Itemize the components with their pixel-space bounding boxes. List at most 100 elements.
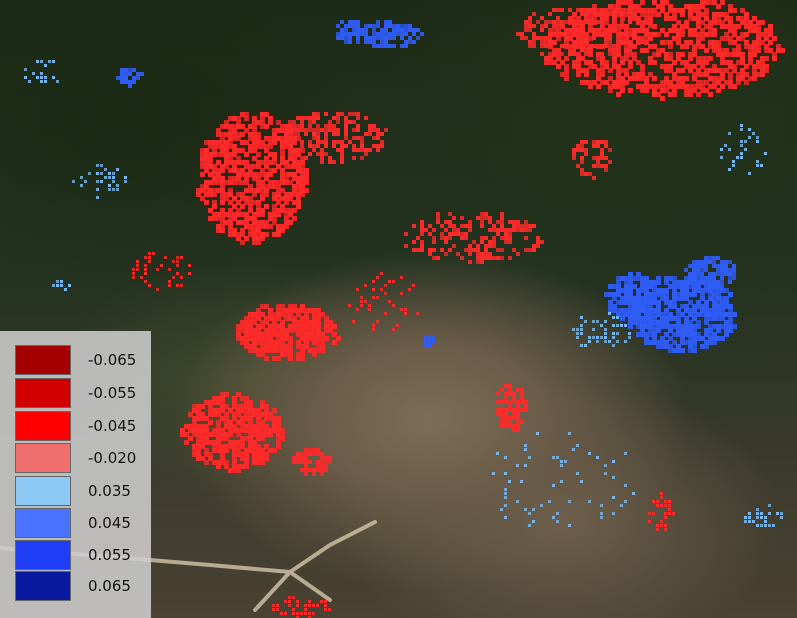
change-pixel [368,308,371,311]
change-pixel [348,36,352,40]
change-pixel [720,148,723,151]
change-pixel [600,32,604,36]
change-pixel [728,272,732,276]
change-pixel [272,140,277,145]
change-pixel [560,32,564,36]
change-pixel [352,24,356,28]
change-pixel [316,132,320,136]
change-pixel [108,172,111,175]
change-pixel [708,280,712,284]
change-pixel [664,516,667,519]
change-pixel [516,32,520,36]
change-pixel [584,320,587,323]
change-pixel [532,44,536,48]
change-pixel [752,72,757,77]
change-pixel [392,44,396,48]
change-pixel [500,388,504,392]
change-pixel [368,304,371,307]
change-pixel [624,484,627,487]
change-pixel [452,216,456,220]
change-pixel [528,228,532,232]
change-pixel [452,224,456,228]
change-pixel [296,116,300,120]
change-pixel [312,612,315,615]
change-pixel [660,504,663,507]
change-pixel [484,252,488,256]
change-pixel [368,24,372,28]
change-pixel [412,248,416,252]
change-pixel [232,412,237,417]
change-pixel [524,220,528,224]
change-pixel [604,332,607,335]
change-pixel [612,48,616,52]
change-pixel [588,336,591,339]
change-pixel [708,260,712,264]
change-pixel [196,412,201,417]
change-pixel [244,236,249,241]
change-pixel [716,280,720,284]
change-pixel [496,412,500,416]
change-pixel [600,516,603,519]
change-pixel [628,20,632,24]
change-pixel [404,244,408,248]
change-pixel [592,336,595,339]
change-pixel [204,400,209,405]
change-pixel [504,516,507,519]
change-pixel [432,228,436,232]
change-pixel [296,612,299,615]
change-pixel [612,496,615,499]
change-pixel [512,224,516,228]
change-pixel [332,160,336,164]
change-pixel [616,300,621,305]
change-pixel [720,288,725,293]
change-pixel [80,184,83,187]
change-pixel [780,48,785,53]
change-pixel [668,348,673,353]
change-pixel [500,212,504,216]
change-pixel [508,480,511,483]
change-pixel [696,260,700,264]
change-pixel [676,68,681,73]
change-pixel [328,320,333,325]
change-pixel [604,156,608,160]
change-pixel [656,500,659,503]
change-pixel [584,52,588,56]
change-pixel [616,280,621,285]
change-pixel [336,112,340,116]
change-pixel [688,332,693,337]
change-pixel [52,284,55,287]
change-pixel [588,20,592,24]
change-pixel [84,180,87,183]
change-pixel [340,112,344,116]
change-pixel [384,292,387,295]
change-pixel [764,520,767,523]
change-pixel [504,384,508,388]
change-pixel [476,248,480,252]
change-pixel [496,220,500,224]
change-pixel [692,304,697,309]
change-pixel [768,524,771,527]
change-pixel [728,24,733,29]
change-pixel [252,348,257,353]
change-pixel [300,144,304,148]
change-pixel [340,36,344,40]
change-pixel [552,52,556,56]
change-pixel [376,24,380,28]
change-pixel [480,212,484,216]
change-pixel [656,328,661,333]
change-pixel [332,124,336,128]
change-pixel [220,196,225,201]
change-pixel [268,116,273,121]
change-pixel [720,336,725,341]
change-pixel [664,280,669,285]
change-pixel [436,256,440,260]
change-pixel [404,28,408,32]
change-pixel [676,8,681,13]
change-pixel [656,528,659,531]
change-pixel [272,356,277,361]
change-pixel [588,500,591,503]
change-pixel [612,476,615,479]
change-pixel [44,76,47,79]
change-pixel [672,324,677,329]
change-pixel [612,336,615,339]
